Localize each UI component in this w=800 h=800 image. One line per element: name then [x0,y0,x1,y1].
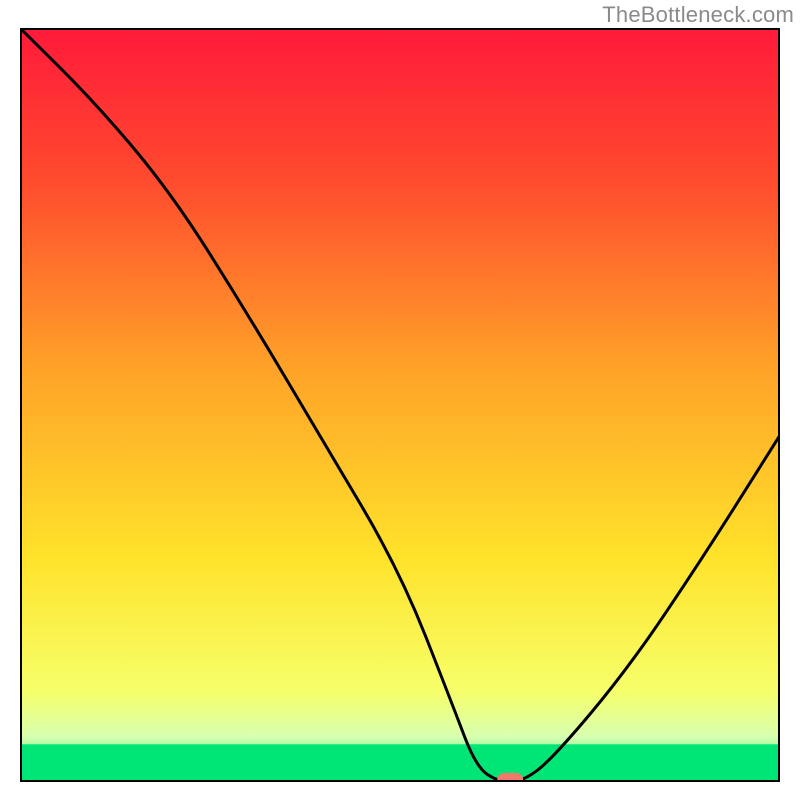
green-band [20,744,780,782]
gradient-background [20,28,780,782]
plot-area [20,28,780,787]
bottleneck-chart [0,0,800,800]
